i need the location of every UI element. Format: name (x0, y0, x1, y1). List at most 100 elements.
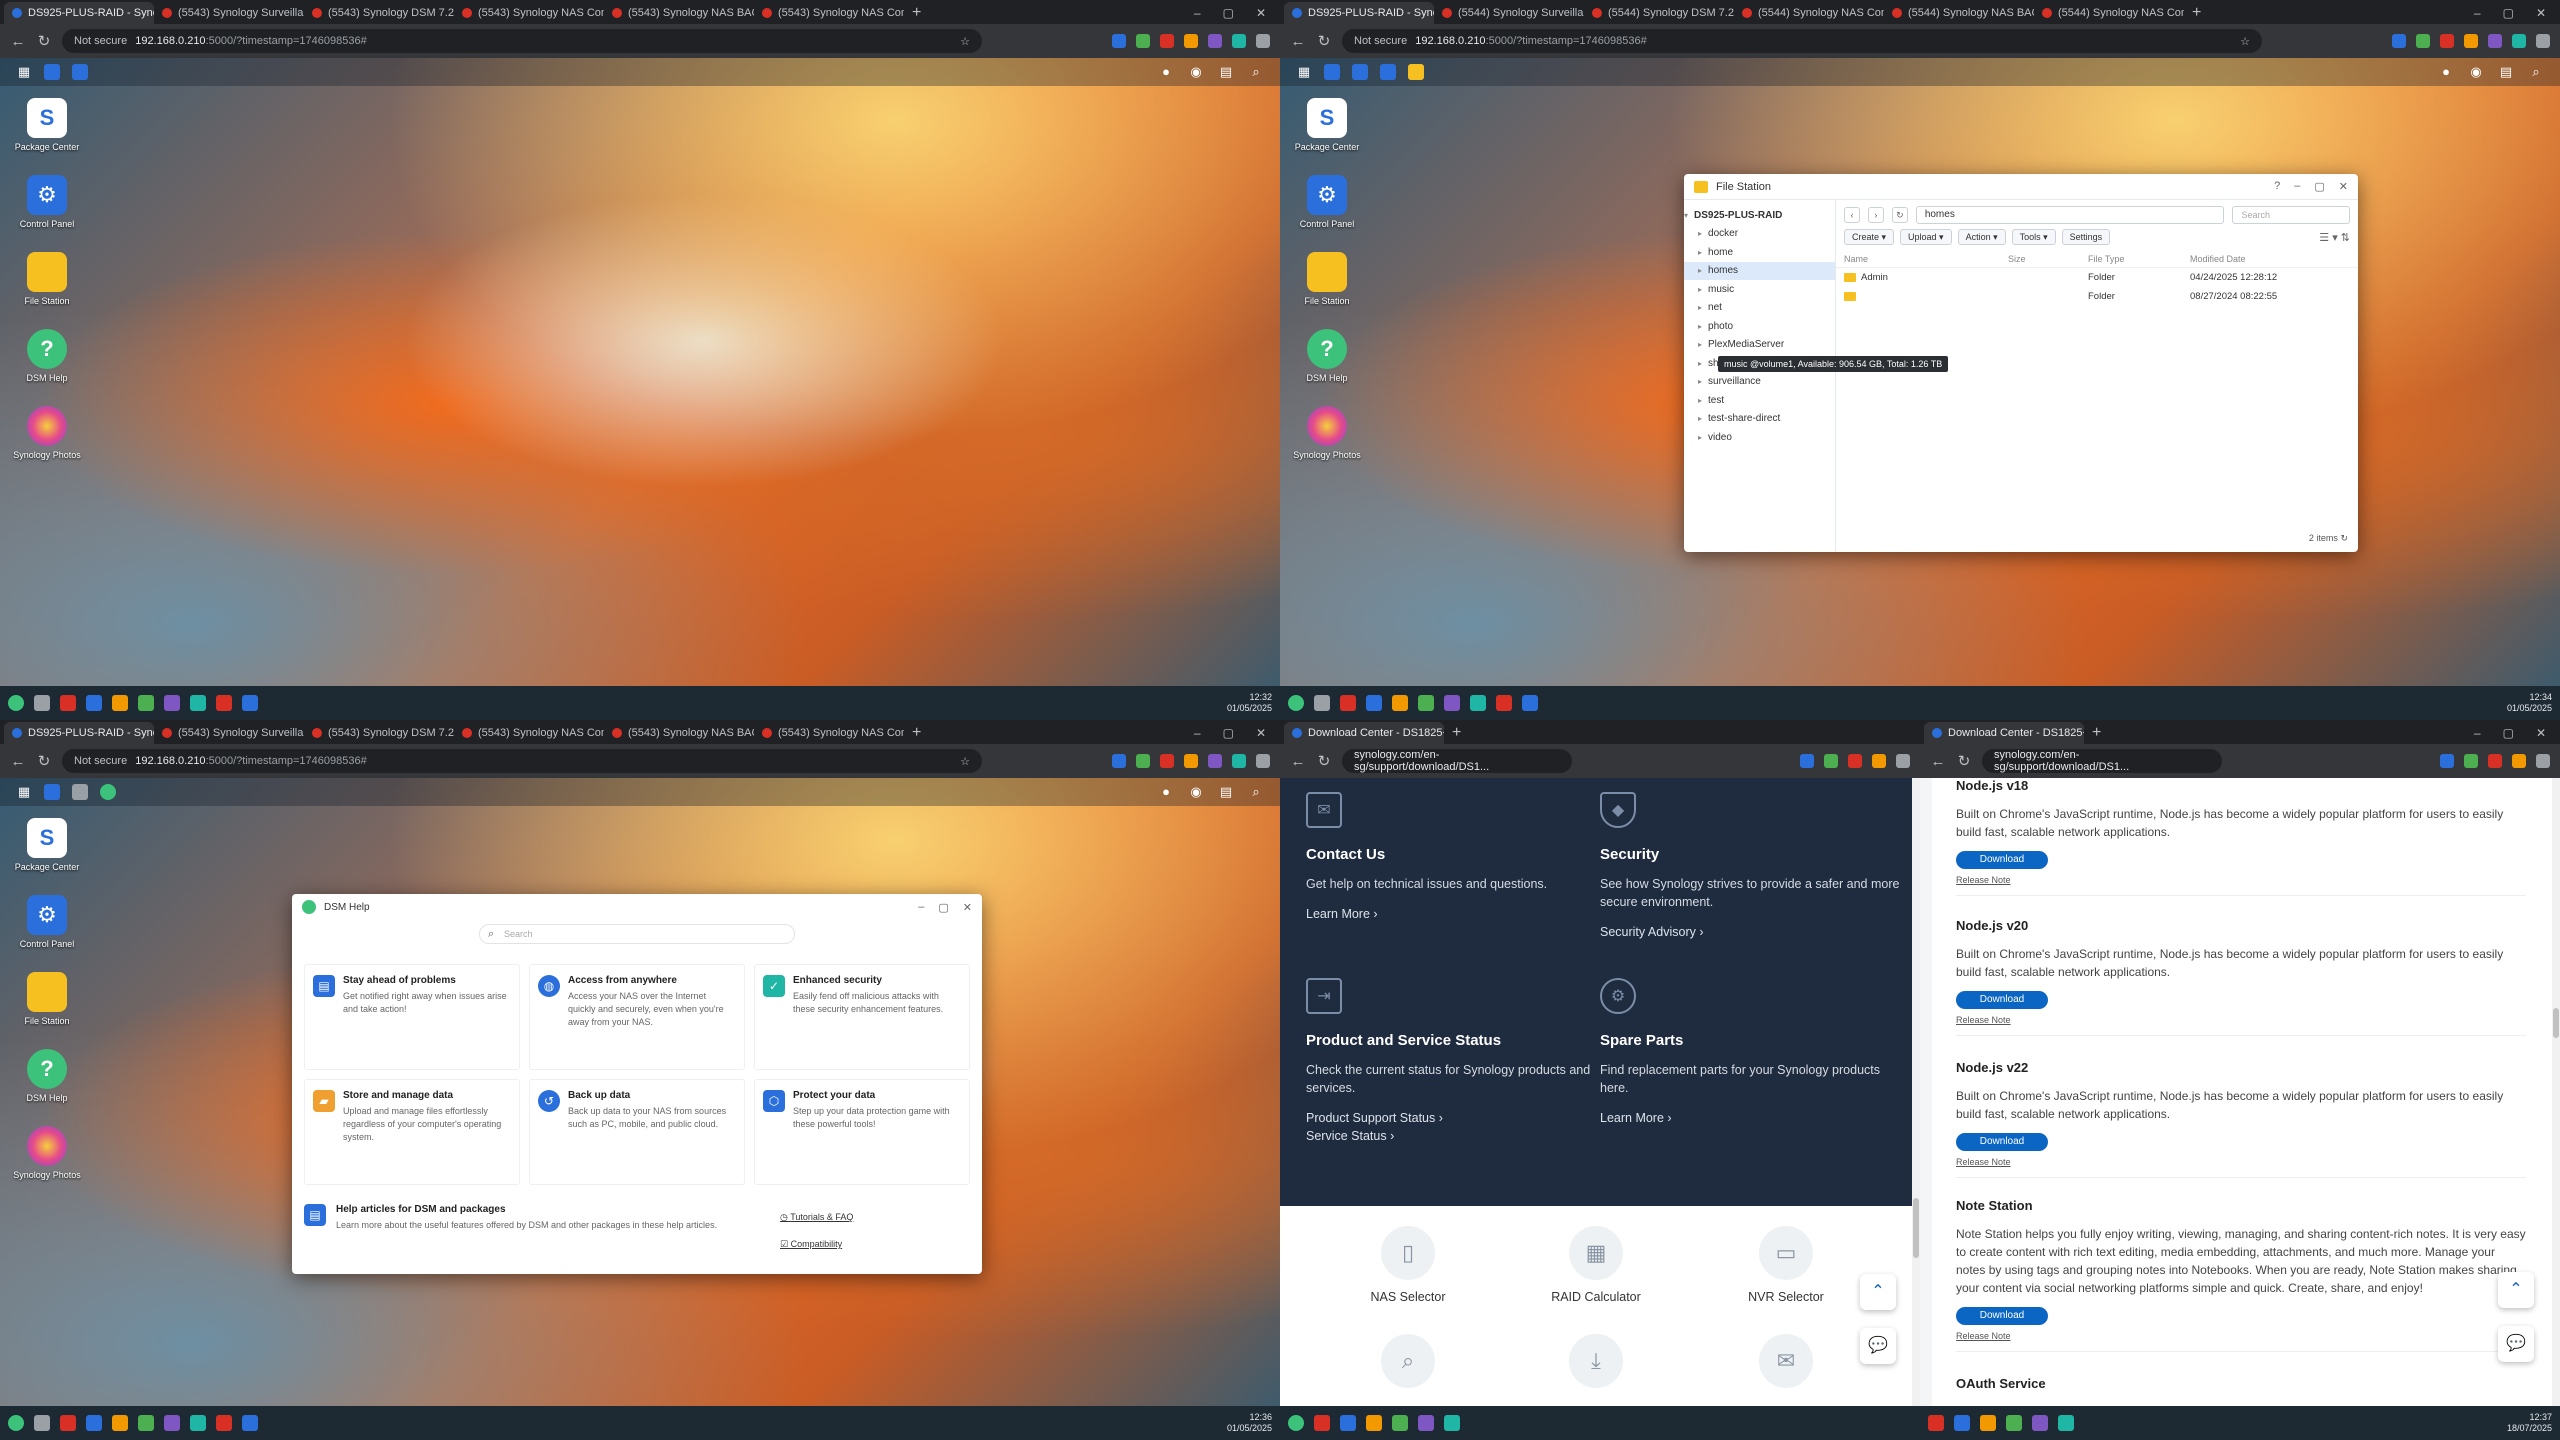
file-station-shortcut[interactable]: File Station (12, 252, 82, 307)
extension-icon[interactable] (1208, 34, 1222, 48)
main-menu-icon[interactable]: ▦ (1296, 64, 1312, 80)
reload-icon[interactable]: ↻ (36, 32, 52, 50)
bookmark-star-icon[interactable]: ☆ (2240, 35, 2250, 48)
tab[interactable]: (5544) Synology Surveillance× (1434, 2, 1584, 24)
system-clock[interactable]: 12:37 18/07/2025 (2507, 1412, 2552, 1434)
app-icon[interactable] (1340, 1415, 1356, 1431)
start-icon[interactable] (8, 695, 24, 711)
tab[interactable]: (5543) Synology NAS BACKUP× (604, 2, 754, 24)
help-card[interactable]: ↺ Back up data Back up data to your NAS fr… (529, 1079, 745, 1185)
download-button[interactable]: Download (1956, 991, 2048, 1009)
raid-calculator-tool[interactable]: ▦ RAID Calculator (1526, 1226, 1666, 1304)
start-icon[interactable] (1288, 695, 1304, 711)
app-icon[interactable] (1954, 1415, 1970, 1431)
menu-icon[interactable] (2536, 34, 2550, 48)
app-icon[interactable] (216, 695, 232, 711)
table-row[interactable]: Admin Folder 04/24/2025 12:28:12 (1836, 268, 2358, 287)
maximize-icon[interactable]: ▢ (2314, 180, 2324, 193)
download-button[interactable]: Download (1956, 851, 2048, 869)
menu-icon[interactable] (1256, 754, 1270, 768)
app-icon[interactable] (34, 695, 50, 711)
app-icon[interactable] (1366, 1415, 1382, 1431)
tree-item[interactable]: video (1684, 428, 1835, 447)
new-tab-button[interactable]: + (1444, 722, 1469, 744)
release-note-link[interactable]: Release Note (1956, 1015, 2526, 1025)
tutorials-link[interactable]: Tutorials & FAQ (790, 1212, 853, 1222)
app-icon[interactable] (1980, 1415, 1996, 1431)
menu-icon[interactable] (1256, 34, 1270, 48)
app-icon[interactable] (2006, 1415, 2022, 1431)
app-icon[interactable] (2058, 1415, 2074, 1431)
synology-photos-shortcut[interactable]: Synology Photos (1292, 406, 1362, 461)
tool-item[interactable]: ✉ (1716, 1334, 1856, 1398)
address-bar[interactable]: synology.com/en-sg/support/download/DS1.… (1982, 749, 2222, 773)
tab[interactable]: (5543) Synology NAS BACKUP× (604, 722, 754, 744)
tab[interactable]: (5544) Synology NAS Compre× (2034, 2, 2184, 24)
file-station-shortcut[interactable]: File Station (1292, 252, 1362, 307)
address-bar[interactable]: synology.com/en-sg/support/download/DS1.… (1342, 749, 1572, 773)
release-note-link[interactable]: Release Note (1956, 1331, 2526, 1341)
path-bar[interactable]: homes (1915, 206, 2225, 224)
learn-more-link[interactable]: Learn More › (1600, 1109, 1900, 1127)
app-icon[interactable] (1418, 695, 1434, 711)
start-icon[interactable] (1288, 1415, 1304, 1431)
tree-item[interactable]: surveillance (1684, 373, 1835, 392)
help-card[interactable]: ✓ Enhanced security Easily fend off malici… (754, 964, 970, 1070)
scrollbar[interactable] (1912, 778, 1920, 1406)
search-icon[interactable]: ⌕ (2528, 64, 2544, 80)
menu-icon[interactable] (1896, 754, 1910, 768)
extension-icon[interactable] (2416, 34, 2430, 48)
app-icon[interactable] (1314, 1415, 1330, 1431)
help-taskbar-icon[interactable] (1380, 64, 1396, 80)
system-clock[interactable]: 12:34 01/05/2025 (2507, 692, 2552, 714)
back-icon[interactable]: ← (1930, 753, 1946, 770)
extension-icon[interactable] (2512, 34, 2526, 48)
extension-icon[interactable] (1208, 754, 1222, 768)
maximize-icon[interactable]: ▢ (2503, 722, 2514, 744)
extension-icon[interactable] (1112, 34, 1126, 48)
tab[interactable]: (5544) Synology DSM 7.2 Revi× (1584, 2, 1734, 24)
help-taskbar-icon[interactable] (100, 784, 116, 800)
tab[interactable]: DS925-PLUS-RAID - Synology× (4, 722, 154, 744)
extension-icon[interactable] (1824, 754, 1838, 768)
scrollbar[interactable] (2552, 778, 2560, 1406)
system-clock[interactable]: 12:32 01/05/2025 (1227, 692, 1272, 714)
package-center-shortcut[interactable]: S Package Center (12, 98, 82, 153)
close-window-icon[interactable]: ✕ (2536, 2, 2546, 24)
extension-icon[interactable] (2488, 34, 2502, 48)
control-panel-shortcut[interactable]: ⚙ Control Panel (12, 895, 82, 950)
scroll-top-icon[interactable]: ⌃ (1860, 1274, 1896, 1310)
system-clock[interactable]: 12:36 01/05/2025 (1227, 1412, 1272, 1434)
control-panel-shortcut[interactable]: ⚙ Control Panel (1292, 175, 1362, 230)
close-window-icon[interactable]: ✕ (2536, 722, 2546, 744)
service-status-link[interactable]: Service Status › (1306, 1127, 1606, 1145)
minimize-icon[interactable]: – (918, 901, 924, 914)
search-icon[interactable]: ⌕ (1248, 64, 1264, 80)
maximize-icon[interactable]: ▢ (1223, 2, 1234, 24)
search-icon[interactable]: ⌕ (1248, 784, 1264, 800)
package-center-taskbar-icon[interactable] (44, 784, 60, 800)
app-icon[interactable] (60, 695, 76, 711)
extension-icon[interactable] (2392, 34, 2406, 48)
close-icon[interactable]: ✕ (963, 901, 972, 914)
app-icon[interactable] (1928, 1415, 1944, 1431)
package-center-taskbar-icon[interactable] (1324, 64, 1340, 80)
notification-icon[interactable]: ● (1158, 784, 1174, 800)
tab[interactable]: (5543) Synology NAS Compre× (754, 2, 904, 24)
tree-item[interactable]: test-share-direct (1684, 410, 1835, 429)
new-tab-button[interactable]: + (2184, 2, 2209, 24)
maximize-icon[interactable]: ▢ (2503, 2, 2514, 24)
extension-icon[interactable] (1232, 34, 1246, 48)
chat-icon[interactable]: 💬 (1860, 1328, 1896, 1364)
nvr-selector-tool[interactable]: ▭ NVR Selector (1716, 1226, 1856, 1304)
app-icon[interactable] (86, 1415, 102, 1431)
synology-photos-shortcut[interactable]: Synology Photos (12, 1126, 82, 1181)
app-icon[interactable] (1366, 695, 1382, 711)
notification-icon[interactable]: ● (2438, 64, 2454, 80)
package-center-shortcut[interactable]: S Package Center (1292, 98, 1362, 153)
app-icon[interactable] (216, 1415, 232, 1431)
tree-item[interactable]: docker (1684, 225, 1835, 244)
bookmark-star-icon[interactable]: ☆ (960, 755, 970, 768)
help-card[interactable]: ⬡ Protect your data Step up your data prot… (754, 1079, 970, 1185)
app-icon[interactable] (34, 1415, 50, 1431)
